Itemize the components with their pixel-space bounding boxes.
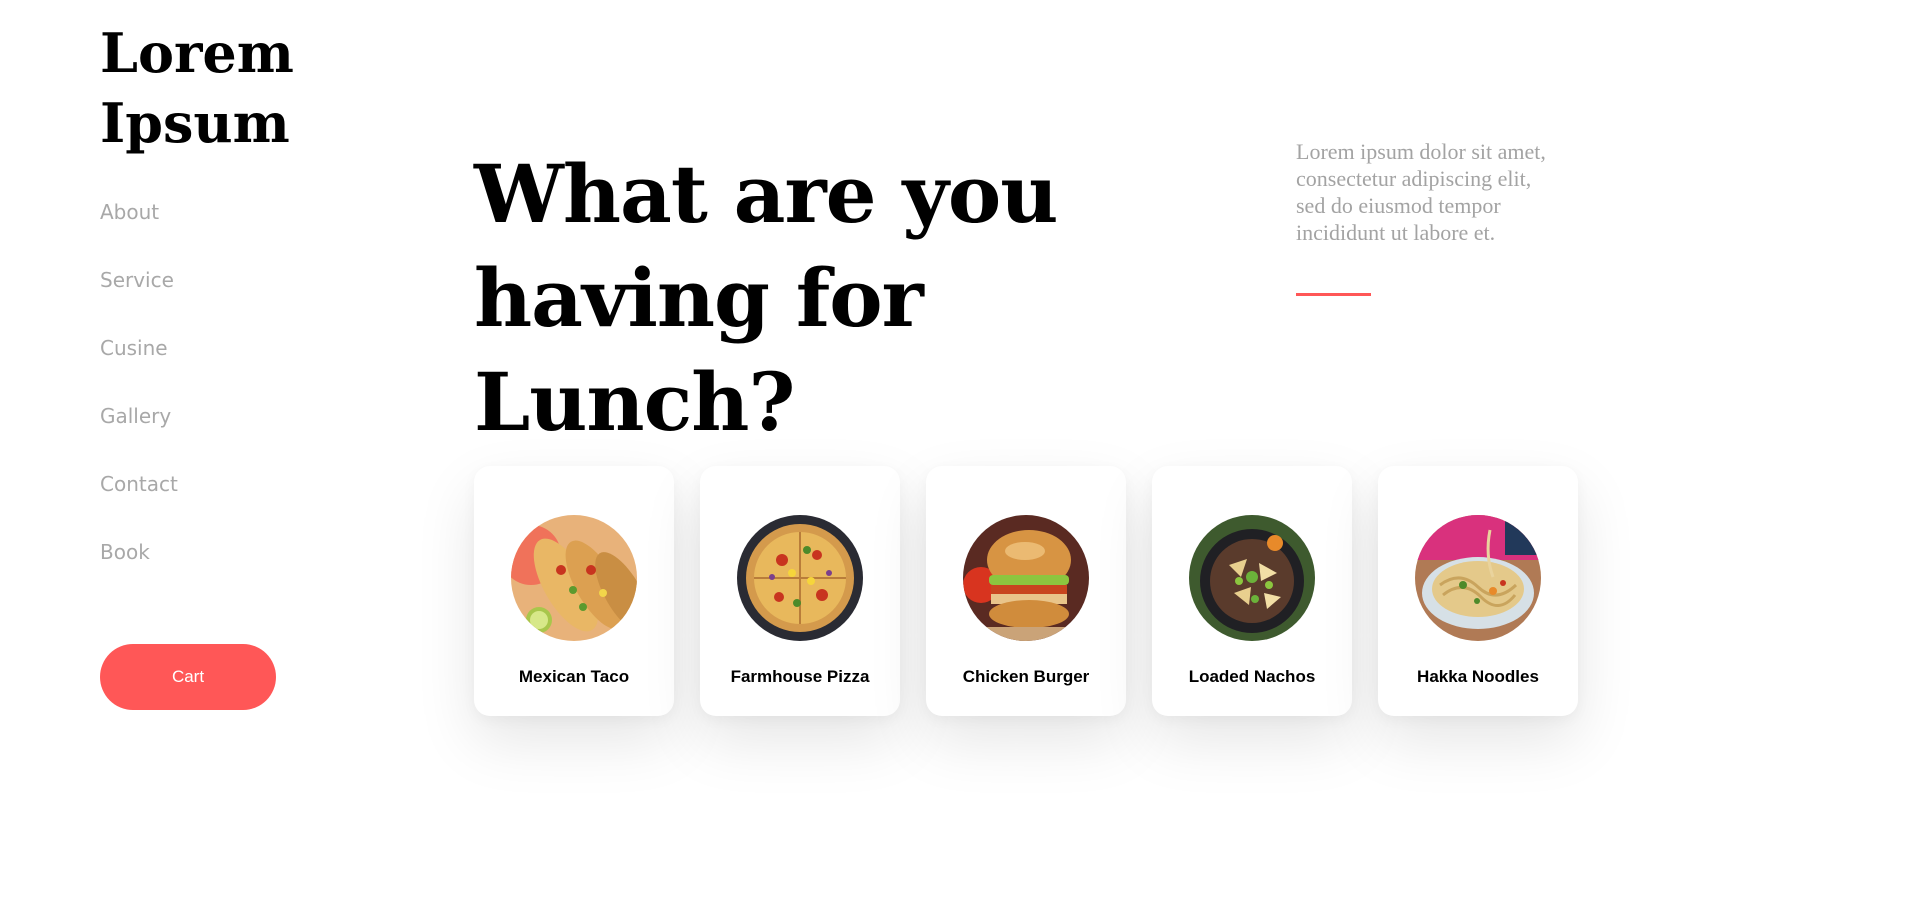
dish-cards: Mexican Taco Farmhouse Pizza Chicken Bur… <box>474 466 1578 716</box>
nav-item-service[interactable]: Service <box>100 263 178 331</box>
nav-item-book[interactable]: Book <box>100 535 178 603</box>
cart-button[interactable]: Cart <box>100 644 276 710</box>
accent-divider <box>1296 293 1371 296</box>
intro-text: Lorem ipsum dolor sit amet, consectetur … <box>1296 139 1546 245</box>
sidebar-nav: About Service Cusine Gallery Contact Boo… <box>100 195 178 603</box>
dish-name: Chicken Burger <box>962 667 1090 686</box>
taco-image <box>511 515 637 641</box>
burger-image <box>963 515 1089 641</box>
nav-item-cusine[interactable]: Cusine <box>100 331 178 399</box>
hero-title-line-1: What are you <box>474 147 1058 241</box>
noodles-image <box>1415 515 1541 641</box>
dish-card-mexican-taco[interactable]: Mexican Taco <box>474 466 674 716</box>
hero-title-line-2: having for Lunch? <box>474 251 924 449</box>
dish-name: Mexican Taco <box>518 667 630 686</box>
pizza-image <box>737 515 863 641</box>
page: Lorem Ipsum About Service Cusine Gallery… <box>0 0 1920 898</box>
dish-name: Hakka Noodles <box>1417 667 1539 686</box>
site-logo[interactable]: Lorem Ipsum <box>100 18 340 158</box>
dish-card-hakka-noodles[interactable]: Hakka Noodles <box>1378 466 1578 716</box>
logo-line-1: Lorem <box>100 21 294 85</box>
dish-name: Loaded Nachos <box>1188 667 1316 686</box>
nav-item-contact[interactable]: Contact <box>100 467 178 535</box>
hero-title: What are you having for Lunch? <box>474 142 1254 454</box>
dish-card-chicken-burger[interactable]: Chicken Burger <box>926 466 1126 716</box>
logo-line-2: Ipsum <box>100 91 290 155</box>
nav-item-gallery[interactable]: Gallery <box>100 399 178 467</box>
nachos-image <box>1189 515 1315 641</box>
dish-card-farmhouse-pizza[interactable]: Farmhouse Pizza <box>700 466 900 716</box>
nav-item-about[interactable]: About <box>100 195 178 263</box>
dish-card-loaded-nachos[interactable]: Loaded Nachos <box>1152 466 1352 716</box>
dish-name: Farmhouse Pizza <box>730 667 870 686</box>
